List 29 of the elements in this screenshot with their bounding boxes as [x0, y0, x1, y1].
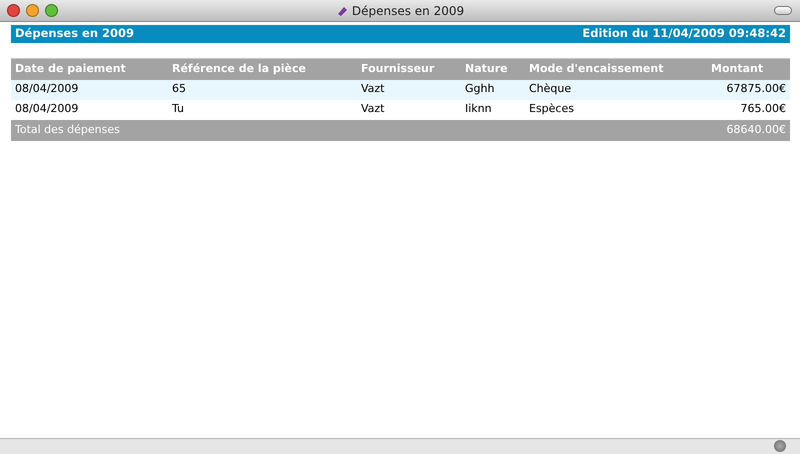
window-title: Dépenses en 2009	[352, 2, 464, 20]
table-cell: 765.00€	[740, 102, 786, 116]
close-button[interactable]	[7, 4, 20, 17]
table-cell: Gghh	[465, 82, 494, 96]
table-cell: Iiknn	[465, 102, 492, 116]
table-cell: 08/04/2009	[15, 102, 78, 116]
table-cell: 08/04/2009	[15, 82, 78, 96]
column-header: Fournisseur	[361, 62, 434, 75]
column-header: Mode d'encaissement	[529, 62, 664, 75]
report-title: Dépenses en 2009	[15, 25, 134, 42]
column-header: Référence de la pièce	[172, 62, 306, 75]
total-label: Total des dépenses	[15, 122, 120, 136]
table-cell: Vazt	[361, 82, 384, 96]
minimize-button[interactable]	[26, 4, 39, 17]
table-cell: Espèces	[529, 102, 574, 116]
table-cell: Tu	[172, 102, 184, 116]
edition-date: Edition du 11/04/2009 09:48:42	[582, 25, 786, 42]
column-header: Nature	[465, 62, 508, 75]
table-cell: 65	[172, 82, 186, 96]
column-header: Montant	[711, 62, 764, 75]
zoom-button[interactable]	[45, 4, 58, 17]
table-cell: 67875.00€	[726, 82, 786, 96]
table-cell: Chèque	[529, 82, 572, 96]
column-header: Date de paiement	[15, 62, 126, 75]
total-amount: 68640.00€	[726, 122, 786, 136]
toolbar-toggle-button[interactable]	[774, 6, 792, 15]
status-indicator-icon	[774, 440, 786, 452]
document-icon	[336, 4, 348, 16]
table-cell: Vazt	[361, 102, 384, 116]
